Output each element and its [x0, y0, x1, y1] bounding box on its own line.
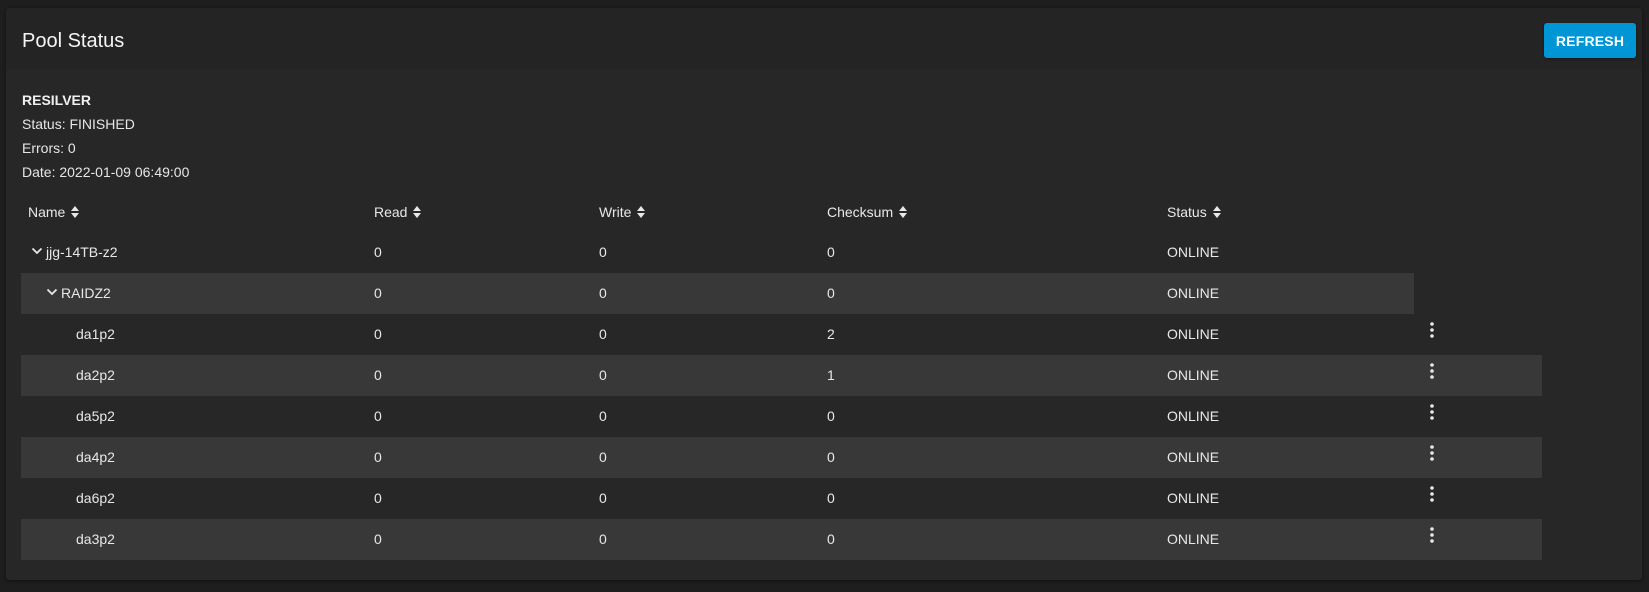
row-read: 0	[374, 408, 382, 424]
column-header-status[interactable]: Status	[1167, 192, 1221, 232]
table-row[interactable]: RAIDZ2 0 0 0 ONLINE	[21, 273, 1621, 314]
row-write: 0	[599, 531, 607, 547]
column-header-checksum-label: Checksum	[827, 204, 894, 220]
more-vert-icon[interactable]	[1422, 316, 1442, 346]
column-header-checksum[interactable]: Checksum	[827, 192, 908, 232]
row-name: da3p2	[76, 531, 115, 547]
row-stripe	[21, 437, 1542, 478]
table-header: Name Read Write Checksum Status	[21, 192, 1621, 232]
pool-status-card: Pool Status REFRESH RESILVER Status: FIN…	[6, 8, 1642, 580]
row-checksum: 0	[827, 244, 835, 260]
column-header-status-label: Status	[1167, 204, 1207, 220]
table-row[interactable]: jjg-14TB-z2 0 0 0 ONLINE	[21, 232, 1621, 273]
more-vert-icon[interactable]	[1422, 480, 1442, 510]
sort-icon[interactable]	[1212, 206, 1221, 219]
more-vert-icon[interactable]	[1422, 521, 1442, 551]
row-read: 0	[374, 531, 382, 547]
row-status: ONLINE	[1167, 285, 1220, 301]
row-write: 0	[599, 285, 607, 301]
row-status: ONLINE	[1167, 326, 1220, 342]
row-status: ONLINE	[1167, 367, 1220, 383]
row-write: 0	[599, 244, 607, 260]
column-header-write-label: Write	[599, 204, 632, 220]
more-vert-icon[interactable]	[1422, 398, 1442, 428]
row-name: RAIDZ2	[61, 285, 111, 301]
row-name: da4p2	[76, 449, 115, 465]
sort-icon[interactable]	[637, 206, 646, 219]
row-read: 0	[374, 326, 382, 342]
card-header: Pool Status REFRESH	[6, 8, 1642, 70]
row-checksum: 0	[827, 285, 835, 301]
table-row[interactable]: da2p2 0 0 1 ONLINE	[21, 355, 1621, 396]
table-row[interactable]: da3p2 0 0 0 ONLINE	[21, 519, 1621, 560]
column-header-name-label: Name	[28, 204, 66, 220]
row-status: ONLINE	[1167, 531, 1220, 547]
table-row[interactable]: da1p2 0 0 2 ONLINE	[21, 314, 1621, 355]
chevron-down-icon[interactable]	[31, 245, 43, 257]
table-row[interactable]: da5p2 0 0 0 ONLINE	[21, 396, 1621, 437]
row-name: jjg-14TB-z2	[46, 244, 118, 260]
row-write: 0	[599, 449, 607, 465]
column-header-read[interactable]: Read	[374, 192, 422, 232]
row-read: 0	[374, 367, 382, 383]
more-vert-icon[interactable]	[1422, 439, 1442, 469]
table-row[interactable]: da6p2 0 0 0 ONLINE	[21, 478, 1621, 519]
row-checksum: 0	[827, 408, 835, 424]
scan-info: RESILVER Status: FINISHED Errors: 0 Date…	[22, 90, 189, 186]
sort-icon[interactable]	[413, 206, 422, 219]
row-checksum: 2	[827, 326, 835, 342]
row-read: 0	[374, 449, 382, 465]
row-status: ONLINE	[1167, 490, 1220, 506]
sort-icon[interactable]	[71, 206, 80, 219]
row-name-cell: jjg-14TB-z2	[31, 232, 118, 273]
table-row[interactable]: da4p2 0 0 0 ONLINE	[21, 437, 1621, 478]
row-checksum: 0	[827, 449, 835, 465]
row-name: da5p2	[76, 408, 115, 424]
row-checksum: 1	[827, 367, 835, 383]
row-checksum: 0	[827, 531, 835, 547]
row-stripe	[21, 519, 1542, 560]
row-status: ONLINE	[1167, 449, 1220, 465]
card-title: Pool Status	[22, 30, 125, 52]
row-write: 0	[599, 408, 607, 424]
pool-table: Name Read Write Checksum Status jjg-14TB…	[21, 192, 1621, 560]
scan-errors: Errors: 0	[22, 140, 76, 156]
scan-status: Status: FINISHED	[22, 116, 135, 132]
refresh-button[interactable]: REFRESH	[1544, 23, 1636, 58]
chevron-down-icon[interactable]	[46, 286, 58, 298]
more-vert-icon[interactable]	[1422, 357, 1442, 387]
row-stripe	[21, 355, 1542, 396]
row-write: 0	[599, 490, 607, 506]
column-header-read-label: Read	[374, 204, 408, 220]
row-write: 0	[599, 326, 607, 342]
row-name: da1p2	[76, 326, 115, 342]
row-read: 0	[374, 490, 382, 506]
row-name: da2p2	[76, 367, 115, 383]
scan-title: RESILVER	[22, 92, 91, 108]
row-name-cell: RAIDZ2	[46, 273, 111, 314]
row-name: da6p2	[76, 490, 115, 506]
row-checksum: 0	[827, 490, 835, 506]
row-write: 0	[599, 367, 607, 383]
scan-date: Date: 2022-01-09 06:49:00	[22, 164, 190, 180]
column-header-name[interactable]: Name	[28, 192, 80, 232]
row-read: 0	[374, 244, 382, 260]
column-header-write[interactable]: Write	[599, 192, 646, 232]
row-status: ONLINE	[1167, 408, 1220, 424]
sort-icon[interactable]	[899, 206, 908, 219]
row-status: ONLINE	[1167, 244, 1220, 260]
row-read: 0	[374, 285, 382, 301]
